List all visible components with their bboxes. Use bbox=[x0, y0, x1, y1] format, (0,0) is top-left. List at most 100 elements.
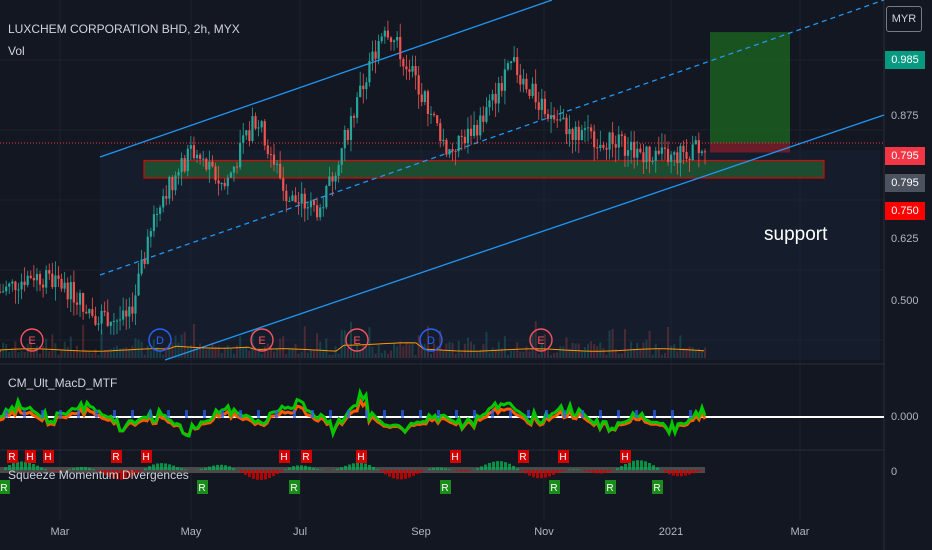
macd-histogram-bar bbox=[599, 410, 602, 418]
squeeze-bar bbox=[476, 468, 479, 470]
candle-body bbox=[660, 147, 663, 154]
volume-bar bbox=[694, 350, 697, 358]
volume-bar bbox=[346, 347, 349, 358]
candle-body bbox=[531, 83, 534, 96]
price-tick: 0.875 bbox=[891, 110, 919, 122]
candle-body bbox=[239, 142, 242, 168]
squeeze-bar bbox=[496, 461, 499, 470]
candle-body bbox=[559, 119, 562, 121]
macd-histogram-bar bbox=[347, 410, 350, 418]
volume-bar bbox=[556, 352, 559, 358]
volume-bar bbox=[316, 333, 319, 358]
symbol-title[interactable]: LUXCHEM CORPORATION BHD, 2h, MYX bbox=[8, 22, 240, 36]
volume-bar bbox=[337, 353, 340, 358]
candle-body bbox=[319, 207, 322, 218]
squeeze-bar bbox=[356, 462, 359, 470]
candle-body bbox=[32, 278, 35, 281]
squeeze-bar bbox=[200, 468, 203, 470]
volume-bar bbox=[263, 346, 266, 358]
volume-bar bbox=[374, 353, 377, 358]
volume-bar bbox=[0, 351, 1, 358]
candle-body bbox=[66, 282, 69, 300]
volume-bar bbox=[537, 354, 540, 358]
candle-body bbox=[1, 291, 5, 293]
volume-bar bbox=[131, 345, 134, 358]
candle-body bbox=[303, 193, 306, 209]
candle-body bbox=[112, 320, 116, 322]
squeeze-bar bbox=[516, 468, 519, 470]
volume-bar bbox=[303, 326, 306, 358]
candle-body bbox=[300, 193, 303, 204]
squeeze-bar bbox=[220, 464, 223, 470]
squeeze-bar bbox=[700, 470, 703, 471]
candle-body bbox=[473, 124, 476, 136]
squeeze-bar bbox=[416, 470, 419, 474]
candle-body bbox=[463, 136, 466, 144]
candle-body bbox=[143, 259, 146, 264]
currency-button[interactable]: MYR bbox=[886, 6, 922, 32]
support-annotation[interactable]: support bbox=[764, 224, 827, 246]
squeeze-bar bbox=[592, 470, 595, 473]
candle-body bbox=[534, 83, 537, 103]
volume-bar bbox=[704, 347, 706, 358]
candle-body bbox=[469, 128, 473, 136]
squeeze-bar bbox=[600, 470, 603, 474]
candle-body bbox=[312, 200, 316, 206]
volume-bar bbox=[42, 345, 45, 358]
candle-body bbox=[88, 309, 91, 314]
squeeze-bar bbox=[520, 470, 523, 472]
candle-body bbox=[497, 83, 500, 104]
volume-bar bbox=[242, 347, 245, 358]
candle-body bbox=[589, 127, 593, 132]
candle-body bbox=[537, 102, 540, 110]
candle-body bbox=[149, 231, 152, 237]
macd-histogram-bar bbox=[329, 410, 332, 418]
macd-histogram-bar bbox=[185, 410, 188, 418]
macd-histogram-bar bbox=[545, 410, 548, 418]
candle-body bbox=[522, 78, 525, 85]
squeeze-bar bbox=[636, 460, 639, 470]
macd-histogram-bar bbox=[689, 410, 692, 418]
volume-bar bbox=[20, 351, 23, 358]
volume-bar bbox=[340, 329, 343, 358]
macd-zero-tick: 0.000 bbox=[891, 411, 919, 423]
divergence-marker-letter: R bbox=[550, 483, 557, 494]
squeeze-bar bbox=[548, 470, 551, 477]
volume-bar bbox=[679, 335, 682, 358]
squeeze-bar bbox=[292, 466, 295, 470]
squeeze-bar bbox=[204, 467, 207, 470]
macd-histogram-bar bbox=[41, 410, 44, 418]
volume-bar bbox=[125, 347, 128, 358]
volume-label[interactable]: Vol bbox=[8, 44, 25, 58]
candle-body bbox=[146, 236, 149, 264]
candle-body bbox=[506, 63, 510, 70]
candle-body bbox=[54, 275, 57, 288]
volume-bar bbox=[328, 354, 331, 358]
candle-body bbox=[220, 183, 223, 185]
macd-indicator-name[interactable]: CM_Ult_MacD_MTF bbox=[8, 376, 117, 390]
squeeze-bar bbox=[628, 462, 631, 470]
volume-bar bbox=[5, 344, 8, 358]
candle-body bbox=[626, 150, 630, 156]
candle-body bbox=[0, 291, 2, 293]
squeeze-indicator-name[interactable]: Squeeze Momentum Divergences bbox=[8, 468, 189, 482]
squeeze-bar bbox=[500, 461, 503, 470]
candle-body bbox=[257, 127, 260, 129]
candle-body bbox=[380, 36, 383, 42]
volume-bar bbox=[23, 351, 26, 358]
volume-bar bbox=[657, 348, 660, 358]
candle-body bbox=[396, 37, 399, 41]
candle-body bbox=[673, 152, 676, 155]
divergence-marker-letter: R bbox=[198, 483, 205, 494]
candle-body bbox=[288, 200, 291, 202]
candle-body bbox=[51, 273, 54, 288]
candle-body bbox=[115, 320, 119, 322]
squeeze-zero-tick: 0 bbox=[891, 466, 898, 478]
macd-histogram-bar bbox=[473, 410, 476, 418]
squeeze-bar bbox=[572, 469, 575, 470]
candle-body bbox=[546, 114, 550, 119]
volume-bar bbox=[282, 336, 285, 358]
candle-body bbox=[445, 139, 448, 155]
candle-body bbox=[202, 158, 205, 160]
candle-body bbox=[42, 284, 45, 288]
